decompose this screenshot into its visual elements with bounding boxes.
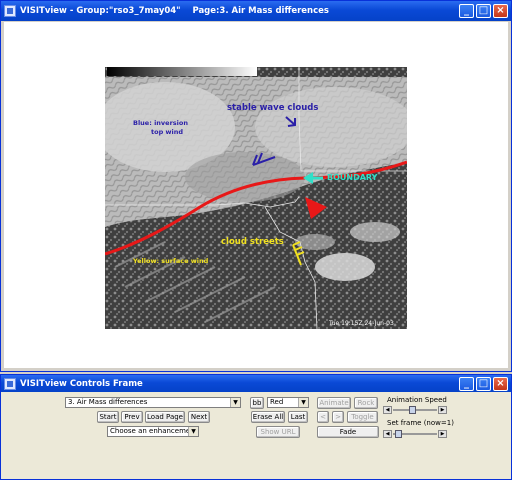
maximize-icon[interactable]: □: [476, 4, 491, 18]
slider-right-icon[interactable]: ▶: [438, 406, 447, 414]
minimize-icon[interactable]: _: [459, 4, 474, 18]
slider-left-icon[interactable]: ◀: [383, 430, 392, 438]
timestamp-label: Tue 19:15Z 24-Jun-03: [329, 320, 394, 327]
animation-speed-label: Animation Speed: [387, 396, 447, 404]
boundary-label: BOUNDARY: [327, 173, 378, 182]
fade-button[interactable]: Fade: [317, 426, 379, 438]
step-forward-button[interactable]: >: [332, 411, 344, 423]
controls-window: VISITview Controls Frame _ □ × 3. Air Ma…: [0, 374, 512, 480]
slider-thumb[interactable]: [409, 406, 416, 414]
animate-button[interactable]: Animate: [317, 397, 351, 409]
maximize-icon[interactable]: □: [476, 377, 491, 391]
controls-window-title: VISITview Controls Frame: [20, 378, 143, 389]
set-frame-slider[interactable]: ◀ ▶: [383, 430, 447, 438]
chevron-down-icon: ▼: [230, 398, 240, 407]
enhancement-select-value: Choose an enhancement: [110, 427, 198, 435]
enhancement-select[interactable]: Choose an enhancement ▼: [107, 426, 199, 437]
bb-button[interactable]: bb: [250, 397, 264, 409]
step-back-button[interactable]: <: [317, 411, 329, 423]
slider-left-icon[interactable]: ◀: [383, 406, 392, 414]
color-select-value: Red: [270, 398, 284, 406]
start-button[interactable]: Start: [97, 411, 119, 423]
controls-titlebar[interactable]: VISITview Controls Frame _ □ ×: [1, 375, 511, 392]
stable-wave-clouds-label: stable wave clouds: [227, 103, 319, 113]
show-url-button[interactable]: Show URL: [256, 426, 300, 438]
blue-legend-line1: Blue: inversion: [133, 119, 188, 127]
rock-button[interactable]: Rock: [354, 397, 378, 409]
main-window: VISITview - Group:"rso3_7may04" Page:3. …: [0, 0, 512, 372]
main-titlebar[interactable]: VISITview - Group:"rso3_7may04" Page:3. …: [1, 1, 511, 21]
load-page-button[interactable]: Load Page: [145, 411, 185, 423]
color-select[interactable]: Red ▼: [267, 397, 309, 408]
app-icon: [4, 5, 16, 17]
animation-speed-slider[interactable]: ◀ ▶: [383, 406, 447, 414]
app-icon: [4, 377, 16, 390]
page-select-value: 3. Air Mass differences: [68, 398, 148, 406]
erase-all-button[interactable]: Erase All: [251, 411, 285, 423]
cloud-streets-label: cloud streets: [221, 237, 284, 247]
slider-right-icon[interactable]: ▶: [438, 430, 447, 438]
close-icon[interactable]: ×: [493, 4, 508, 18]
close-icon[interactable]: ×: [493, 377, 508, 391]
satellite-image[interactable]: stable wave clouds Blue: inversion top w…: [105, 67, 407, 329]
yellow-legend-label: Yellow: surface wind: [133, 257, 209, 265]
chevron-down-icon: ▼: [298, 398, 308, 407]
prev-button[interactable]: Prev: [121, 411, 143, 423]
chevron-down-icon: ▼: [188, 427, 198, 436]
set-frame-label: Set frame (now=1): [387, 419, 454, 427]
toggle-button[interactable]: Toggle: [347, 411, 378, 423]
last-button[interactable]: Last: [288, 411, 308, 423]
next-button[interactable]: Next: [188, 411, 210, 423]
minimize-icon[interactable]: _: [459, 377, 474, 391]
blue-legend-line2: top wind: [151, 128, 184, 136]
main-window-title: VISITview - Group:"rso3_7may04" Page:3. …: [20, 6, 329, 16]
page-select[interactable]: 3. Air Mass differences ▼: [65, 397, 241, 408]
slider-thumb[interactable]: [395, 430, 402, 438]
